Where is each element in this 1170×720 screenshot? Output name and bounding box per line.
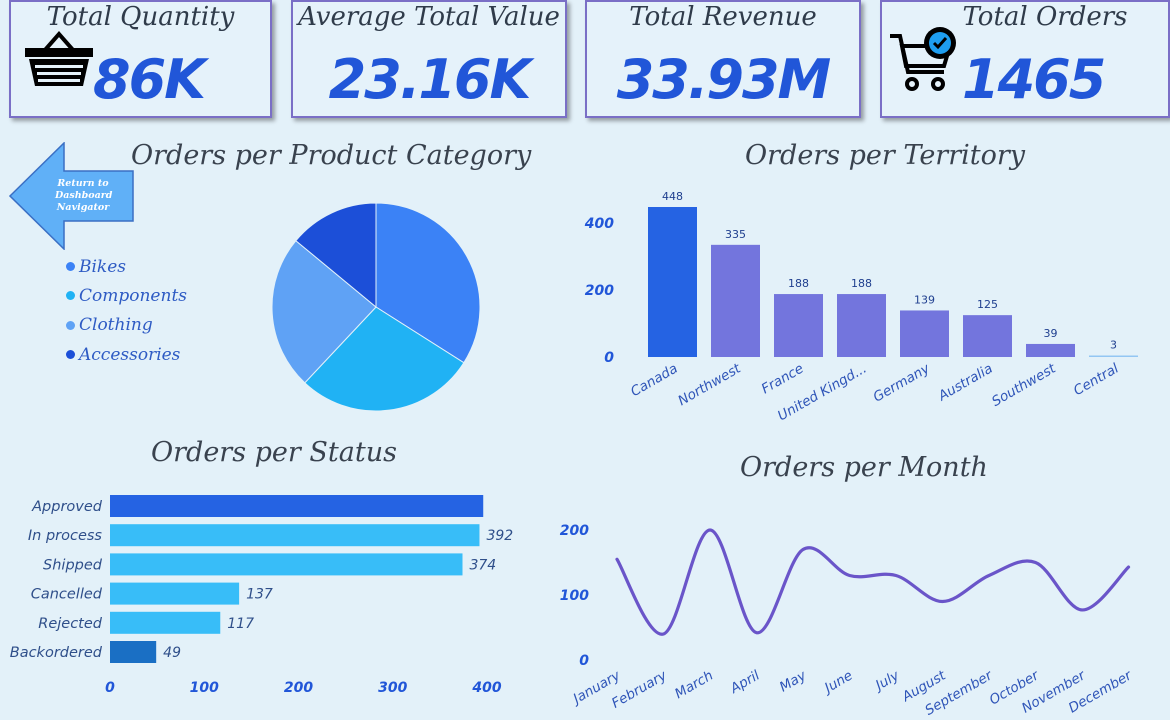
territory-chart-title: Orders per Territory: [745, 140, 1026, 171]
territory-bar-chart: 0 200 400 448 Canada 335 Northwest 188 France 188…: [584, 190, 1138, 424]
data-label: 139: [914, 293, 935, 306]
x-tick-label: April: [727, 667, 763, 697]
data-label: 49: [163, 645, 181, 661]
status-bar-chart: Approved In process 392 Shipped 374 Cancelled…: [10, 495, 513, 696]
return-button-label: Return to Dashboard Navigator: [55, 178, 113, 213]
data-label: 448: [662, 190, 683, 203]
x-tick-label: July: [870, 667, 902, 695]
data-label: 125: [977, 298, 998, 311]
y-tick-label: In process: [28, 528, 103, 544]
y-tick-label: 0: [579, 653, 589, 669]
bar: [110, 582, 240, 605]
legend-label: Accessories: [79, 344, 181, 365]
kpi-title: Total Revenue: [629, 2, 817, 32]
x-tick-label: Southwest: [989, 360, 1059, 410]
legend-dot: [66, 350, 75, 360]
x-tick-label: France: [759, 361, 807, 398]
y-tick-label: 200: [560, 523, 589, 539]
y-tick-label: Approved: [31, 499, 103, 515]
bar: [837, 294, 886, 357]
y-tick-label: Shipped: [43, 557, 103, 573]
bar: [110, 611, 221, 634]
bar: [110, 641, 157, 663]
kpi-value: 23.16K: [328, 48, 532, 111]
bar: [1089, 355, 1138, 357]
bar: [110, 495, 484, 517]
y-tick-label: 0: [604, 350, 614, 366]
bar: [711, 244, 760, 357]
y-tick-label: Cancelled: [31, 587, 103, 603]
x-tick-label: 0: [105, 680, 115, 696]
pie-chart: [271, 202, 481, 412]
bar: [110, 524, 480, 547]
kpi-value: 86K: [93, 48, 206, 111]
kpi-card-total-revenue: Total Revenue 33.93M: [585, 0, 861, 118]
legend-item[interactable]: Bikes: [66, 252, 187, 281]
pie-legend: Bikes Components Clothing Accessories: [66, 252, 187, 369]
kpi-title: Average Total Value: [298, 2, 560, 32]
bar: [110, 553, 463, 576]
y-tick-label: Rejected: [38, 616, 103, 632]
data-label: 335: [725, 228, 746, 241]
data-label: 137: [246, 587, 273, 603]
legend-label: Components: [79, 285, 187, 306]
data-label: 117: [227, 616, 254, 632]
bar: [774, 294, 823, 357]
data-label: 392: [486, 528, 513, 544]
x-tick-label: May: [777, 667, 810, 695]
y-tick-label: 100: [560, 588, 589, 604]
x-tick-label: Canada: [628, 361, 680, 401]
x-tick-label: 200: [284, 680, 313, 696]
legend-dot: [66, 291, 75, 301]
bar: [1026, 343, 1075, 357]
cart-check-icon: [890, 27, 956, 91]
data-label: 374: [469, 557, 496, 573]
x-tick-label: Australia: [935, 361, 996, 405]
status-chart-title: Orders per Status: [151, 437, 397, 468]
return-to-navigator-button[interactable]: Return to Dashboard Navigator: [9, 142, 135, 250]
kpi-value: 33.93M: [616, 48, 832, 111]
legend-dot: [66, 320, 75, 330]
x-tick-label: 300: [378, 680, 407, 696]
y-tick-label: Backordered: [10, 645, 103, 661]
pie-chart-title: Orders per Product Category: [131, 140, 532, 171]
legend-item[interactable]: Accessories: [66, 340, 187, 369]
month-line-chart: 0100200JanuaryFebruary March April May June J…: [560, 523, 1136, 719]
data-label: 188: [788, 277, 809, 290]
kpi-card-total-orders: Total Orders 1465: [880, 0, 1170, 118]
data-label: 39: [1044, 327, 1058, 340]
legend-label: Bikes: [79, 256, 127, 277]
y-tick-label: 200: [585, 283, 614, 299]
kpi-card-total-quantity: Total Quantity 86K: [9, 0, 272, 118]
x-tick-label: June: [819, 668, 855, 698]
bar: [648, 207, 697, 357]
legend-item[interactable]: Components: [66, 281, 187, 310]
bar: [963, 315, 1012, 357]
x-tick-label: 400: [471, 680, 501, 696]
x-tick-label: Central: [1071, 360, 1122, 399]
x-tick-label: 100: [190, 680, 219, 696]
series-line: [615, 528, 1131, 636]
legend-dot: [66, 262, 75, 272]
data-label: 3: [1110, 339, 1117, 352]
legend-item[interactable]: Clothing: [66, 311, 187, 340]
month-chart-title: Orders per Month: [740, 452, 988, 483]
x-tick-label: Northwest: [675, 360, 744, 409]
data-label: 188: [851, 277, 872, 290]
kpi-value: 1465: [962, 48, 1106, 111]
x-tick-label: Germany: [871, 360, 934, 406]
x-tick-label: March: [672, 668, 716, 703]
kpi-card-average-total-value: Average Total Value 23.16K: [291, 0, 567, 118]
y-tick-label: 400: [584, 216, 614, 232]
legend-label: Clothing: [79, 315, 153, 336]
bar: [900, 310, 949, 357]
